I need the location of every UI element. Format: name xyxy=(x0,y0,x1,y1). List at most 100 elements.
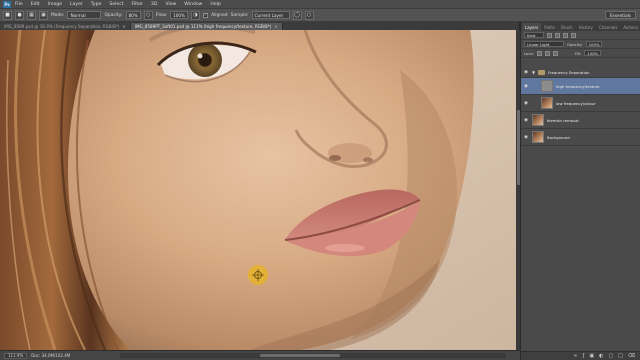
menu-file[interactable]: File xyxy=(15,2,23,7)
doc-tab-label: IMG_8589.psd @ 16.9% (Frequency Separati… xyxy=(4,24,120,29)
tab-history[interactable]: History xyxy=(576,23,596,31)
document-canvas[interactable] xyxy=(0,30,516,350)
tab-brush[interactable]: Brush xyxy=(558,23,576,31)
menu-image[interactable]: Image xyxy=(48,2,62,7)
folder-icon[interactable]: ▢ xyxy=(608,353,613,359)
zoom-field[interactable]: 111.9% xyxy=(4,352,28,359)
layer-row[interactable]: ◉ low frequency/colour xyxy=(521,95,640,112)
menu-layer[interactable]: Layer xyxy=(70,2,83,7)
fill-field[interactable]: 100% xyxy=(584,50,602,56)
document-tabs: IMG_8589.psd @ 16.9% (Frequency Separati… xyxy=(0,22,519,30)
menu-view[interactable]: View xyxy=(165,2,176,7)
aligned-label: Aligned xyxy=(211,12,228,18)
mode-select[interactable]: Normal xyxy=(67,11,102,19)
filter-shape-icon[interactable] xyxy=(571,32,576,38)
menu-filter[interactable]: Filter xyxy=(132,2,143,7)
opacity-field[interactable]: 80% xyxy=(125,11,141,19)
horizontal-scrollbar[interactable] xyxy=(120,353,506,358)
tab-actions[interactable]: Actions xyxy=(620,23,640,31)
menu-bar: Ps File Edit Image Layer Type Select Fil… xyxy=(0,0,640,8)
menu-select[interactable]: Select xyxy=(109,2,123,7)
cursor-target-icon xyxy=(248,265,268,285)
sample-label: Sample: xyxy=(230,12,249,18)
lock-position-icon[interactable] xyxy=(544,50,550,56)
close-icon[interactable]: × xyxy=(122,24,125,29)
clone-source-icon[interactable]: ▣ xyxy=(39,10,48,20)
blend-mode-select[interactable]: Linear Light xyxy=(524,41,564,47)
horizontal-scroll-thumb[interactable] xyxy=(260,354,340,357)
filter-row: Kind xyxy=(521,31,640,40)
tab-channels[interactable]: Channels xyxy=(596,23,621,31)
mode-label: Mode: xyxy=(51,12,65,18)
layer-thumbnail xyxy=(532,131,544,143)
eye-icon[interactable]: ◉ xyxy=(523,117,529,123)
blend-row: Linear Light Opacity: 100% xyxy=(521,40,640,49)
layer-thumbnail xyxy=(541,97,553,109)
lock-row: Lock: Fill: 100% xyxy=(521,49,640,58)
menu-type[interactable]: Type xyxy=(91,2,102,7)
brush-preset-icon[interactable]: ● xyxy=(15,10,24,20)
kind-select[interactable]: Kind xyxy=(524,32,544,38)
doc-tab-active[interactable]: IMG_8589PT_Soft01.psd @ 111% (high frequ… xyxy=(130,23,283,30)
eye-icon[interactable]: ◉ xyxy=(523,134,529,140)
panel-footer: ∞ ƒ ▣ ◐ ▢ □ ⌫ xyxy=(521,351,640,360)
filter-pixel-icon[interactable] xyxy=(547,32,552,38)
eye-icon[interactable]: ◉ xyxy=(523,83,529,89)
layer-name: high frequency/texture xyxy=(556,83,600,89)
chevron-down-icon[interactable]: ▼ xyxy=(532,70,535,75)
workspace-select[interactable]: Essentials xyxy=(605,11,636,19)
menu-help[interactable]: Help xyxy=(210,2,220,7)
folder-icon xyxy=(538,70,546,75)
menu-window[interactable]: Window xyxy=(184,2,202,7)
doc-tab-label: IMG_8589PT_Soft01.psd @ 111% (high frequ… xyxy=(134,24,272,29)
layer-opacity-field[interactable]: 100% xyxy=(585,41,603,47)
adjustment-icon[interactable]: ◐ xyxy=(599,353,603,359)
flow-field[interactable]: 100% xyxy=(170,11,189,19)
pressure-opacity-icon[interactable]: ○ xyxy=(143,10,153,20)
menu-3d[interactable]: 3D xyxy=(151,2,157,7)
brush-panel-icon[interactable]: ▦ xyxy=(27,10,36,20)
layer-name: Background xyxy=(547,134,570,140)
layer-row[interactable]: ◉ Background xyxy=(521,129,640,146)
airbrush-icon[interactable]: ◑ xyxy=(191,10,201,20)
layer-name: Frequency Separation xyxy=(548,70,590,75)
layer-group[interactable]: ◉ ▼ Frequency Separation xyxy=(521,68,640,78)
panel-tabs: Layers Paths Brush History Channels Acti… xyxy=(521,22,640,31)
fx-icon[interactable]: ƒ xyxy=(583,353,585,359)
doc-tab[interactable]: IMG_8589.psd @ 16.9% (Frequency Separati… xyxy=(0,23,131,30)
options-bar: ■ ● ▦ ▣ Mode: Normal Opacity: 80% ○ Flow… xyxy=(0,8,640,22)
filter-type-icon[interactable] xyxy=(563,32,568,38)
pressure-size-icon[interactable]: ○ xyxy=(304,10,314,20)
layer-row-selected[interactable]: ◉ high frequency/texture xyxy=(521,78,640,95)
tab-layers[interactable]: Layers xyxy=(522,23,542,31)
flow-label: Flow: xyxy=(155,12,168,18)
lock-pixels-icon[interactable] xyxy=(536,50,542,56)
filter-adjustment-icon[interactable] xyxy=(555,32,560,38)
layers-panel: Layers Paths Brush History Channels Acti… xyxy=(520,22,640,360)
doc-size: Doc: 34.0M/102.4M xyxy=(31,353,71,358)
layer-row[interactable]: ◉ blemish removal xyxy=(521,112,640,129)
aligned-checkbox[interactable]: ✓ xyxy=(203,12,209,18)
eye-icon[interactable]: ◉ xyxy=(523,100,529,106)
status-bar: 111.9% Doc: 34.0M/102.4M xyxy=(0,350,520,360)
mask-icon[interactable]: ▣ xyxy=(589,353,594,359)
layer-name: blemish removal xyxy=(547,117,579,123)
ignore-adjustments-icon[interactable]: ◯ xyxy=(292,10,302,20)
photoshop-logo: Ps xyxy=(3,0,11,8)
lock-all-icon[interactable] xyxy=(552,50,558,56)
clone-stamp-icon[interactable]: ■ xyxy=(3,10,12,20)
eye-icon[interactable]: ◉ xyxy=(523,70,529,76)
new-layer-icon[interactable]: □ xyxy=(618,353,623,359)
layer-thumbnail xyxy=(541,80,553,92)
layer-name: low frequency/colour xyxy=(556,100,596,106)
fill-label: Fill: xyxy=(574,50,582,56)
tab-paths[interactable]: Paths xyxy=(541,23,558,31)
sample-select[interactable]: Current Layer xyxy=(251,11,290,19)
link-icon[interactable]: ∞ xyxy=(573,353,577,359)
layer-thumbnail xyxy=(532,114,544,126)
close-icon[interactable]: × xyxy=(274,24,277,29)
menu-edit[interactable]: Edit xyxy=(31,2,40,7)
lock-label: Lock: xyxy=(524,50,534,56)
trash-icon[interactable]: ⌫ xyxy=(628,353,635,359)
portrait-image xyxy=(0,30,516,350)
